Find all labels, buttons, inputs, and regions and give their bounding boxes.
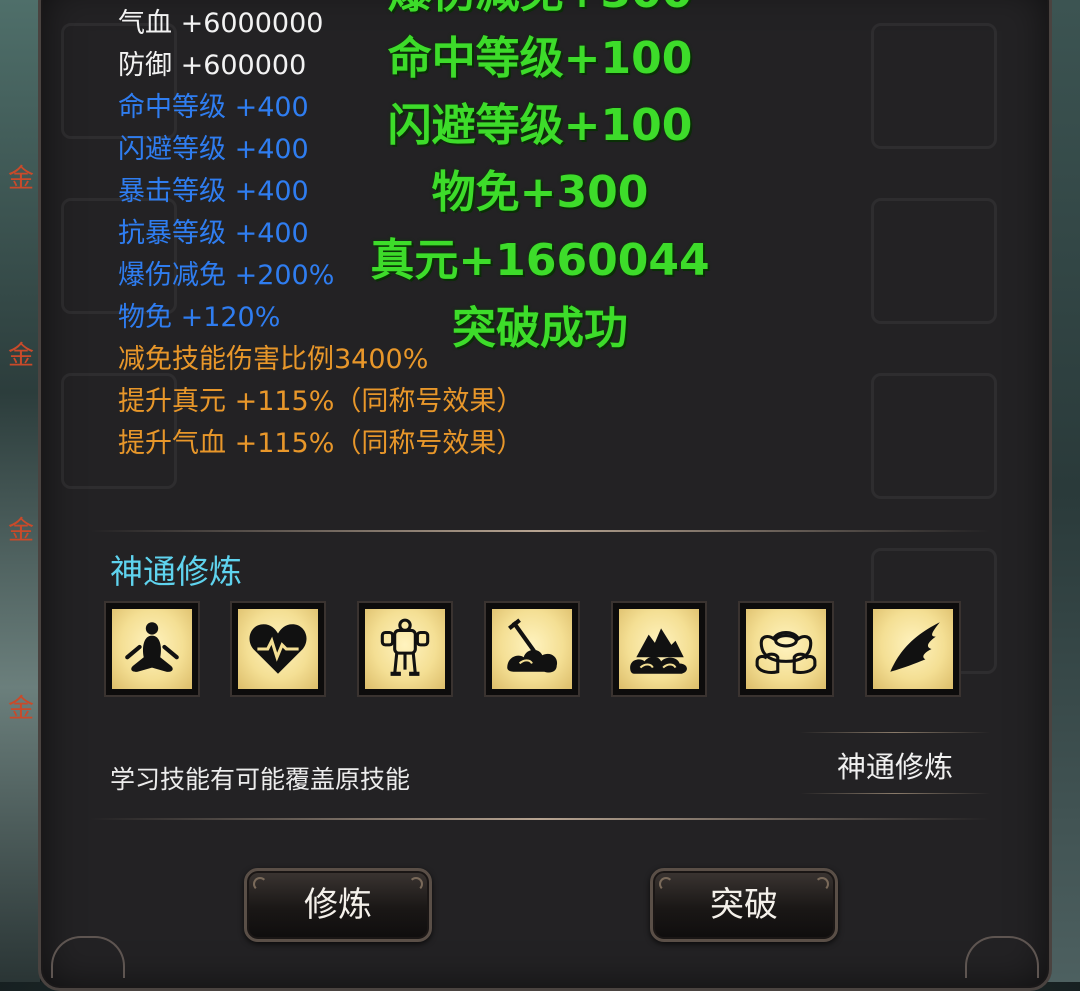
armor-icon: [380, 618, 430, 676]
side-glyph: 金: [8, 164, 35, 194]
meditation-icon: [125, 622, 179, 672]
selected-skill-label: 神通修炼: [836, 750, 953, 784]
section-divider: [90, 530, 990, 532]
banner-line: 物免+300: [431, 167, 649, 218]
skill-slot-wing[interactable]: [865, 601, 961, 697]
side-glyph: 金: [8, 516, 35, 546]
skill-slot-meditation[interactable]: [104, 601, 200, 697]
stat-line: 提升气血 +115%（同称号效果）: [118, 428, 524, 459]
train-button[interactable]: 修炼: [244, 868, 432, 942]
skill-slot-heartbeat[interactable]: [230, 601, 326, 697]
section-title: 神通修炼: [110, 552, 242, 591]
background-slot: [871, 23, 997, 149]
panel-corner-ornament: [965, 936, 1039, 978]
side-glyph: 金: [8, 694, 35, 724]
panel-corner-ornament: [51, 936, 125, 978]
heartbeat-icon: [249, 624, 307, 674]
banner-success: 突破成功: [452, 303, 628, 354]
background-slot: [871, 198, 997, 324]
breakthrough-button[interactable]: 突破: [650, 868, 838, 942]
gold-ingot-icon: [755, 630, 817, 675]
stat-line: 提升真元 +115%（同称号效果）: [118, 386, 524, 417]
side-glyph: 金: [8, 341, 35, 371]
selected-skill-label-box: 神通修炼: [800, 732, 990, 794]
banner-line: 命中等级+100: [387, 33, 693, 84]
skill-hint-text: 学习技能有可能覆盖原技能: [110, 765, 411, 794]
skill-slot-mountain-cloud[interactable]: [611, 601, 707, 697]
banner-line: 爆伤减免+300: [240, 0, 840, 26]
sword-cloud-icon: [507, 618, 558, 673]
mountain-cloud-icon: [630, 628, 687, 674]
banner-line: 闪避等级+100: [387, 100, 693, 151]
footer-divider: [90, 818, 990, 820]
left-scenery: 金 金 金 金: [0, 0, 40, 982]
background-slot: [871, 373, 997, 499]
skill-slot-gold-ingot[interactable]: [738, 601, 834, 697]
wing-icon: [890, 622, 940, 672]
skill-slot-sword-cloud[interactable]: [484, 601, 580, 697]
skill-slot-armor[interactable]: [357, 601, 453, 697]
banner-line: 真元+1660044: [370, 235, 710, 286]
